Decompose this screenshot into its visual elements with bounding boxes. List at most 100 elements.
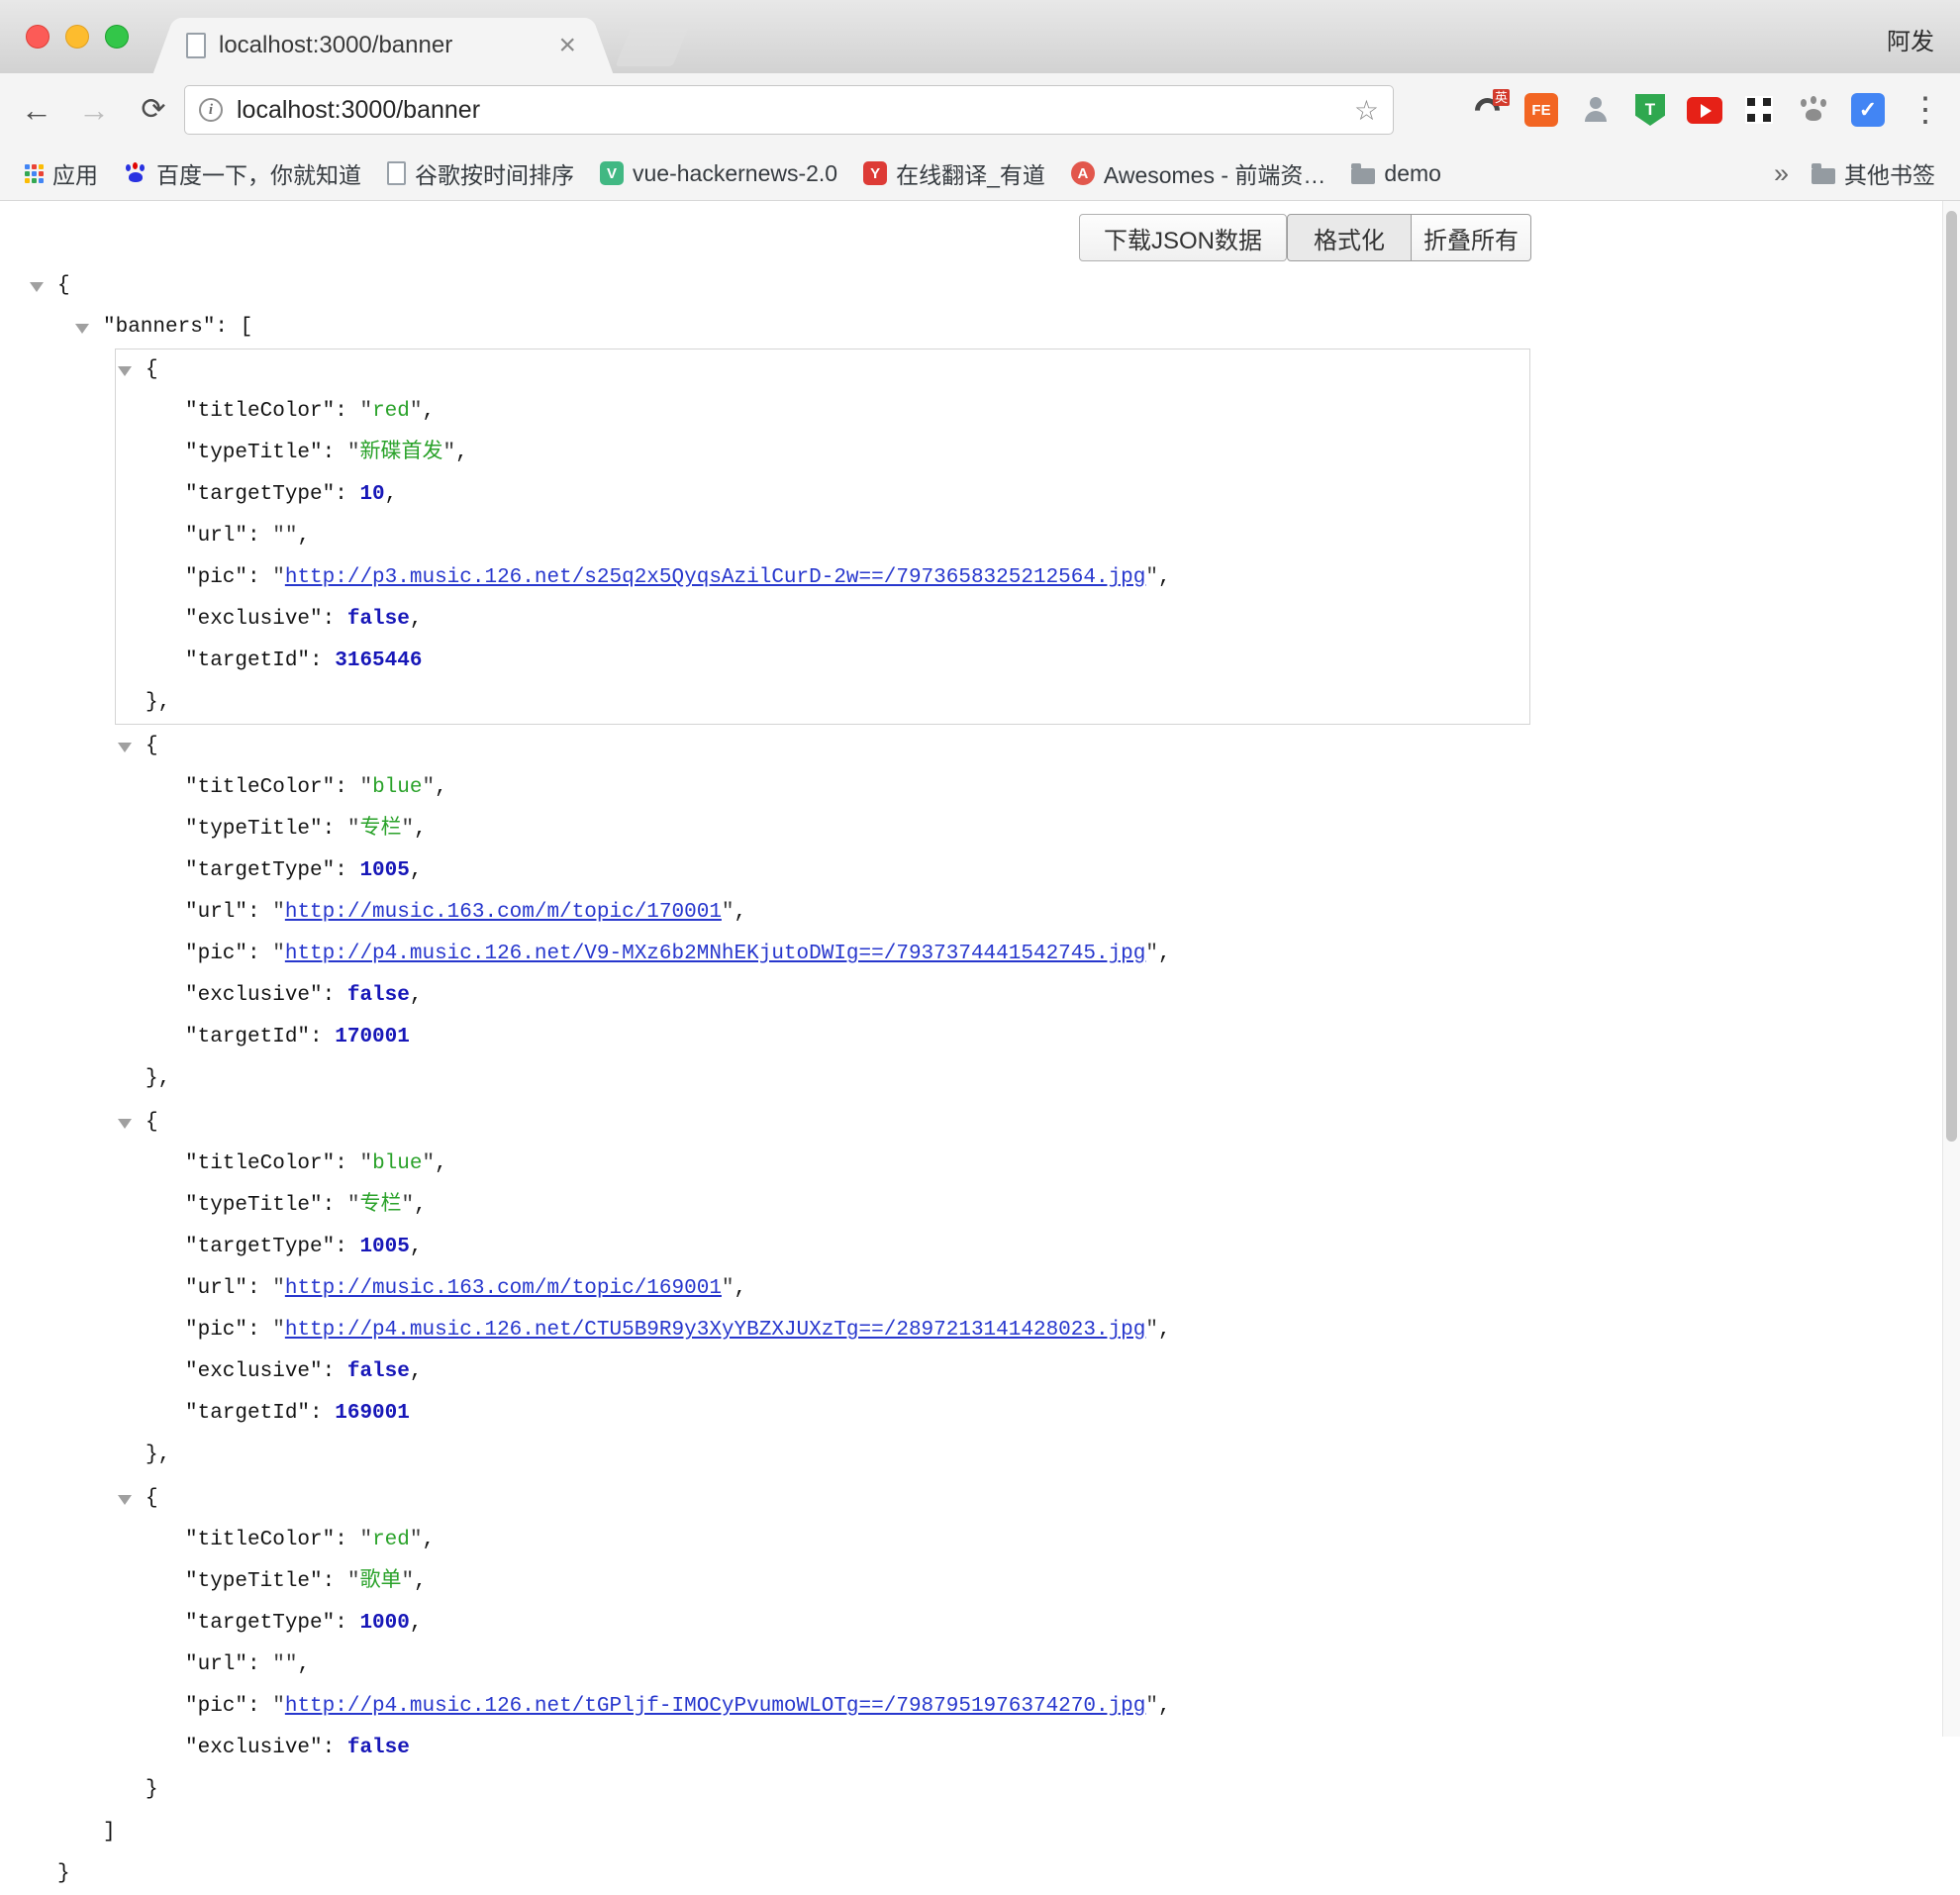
new-tab-button[interactable]	[616, 25, 690, 66]
json-punctuation: ,	[1158, 566, 1171, 589]
json-key: "exclusive"	[185, 984, 323, 1007]
bookmark-baidu[interactable]: 百度一下，你就知道	[113, 152, 372, 194]
json-line: "pic": "http://p3.music.126.net/s25q2x5Q…	[116, 557, 1529, 599]
json-line: {	[116, 1102, 1529, 1144]
scrollbar[interactable]	[1942, 201, 1960, 1737]
back-button[interactable]: ←	[14, 87, 59, 133]
browser-tab[interactable]: localhost:3000/banner ×	[176, 18, 590, 73]
fe-glyph: FE	[1524, 93, 1558, 127]
collapse-triangle-icon[interactable]	[118, 1495, 132, 1505]
json-punctuation: ,	[410, 1360, 423, 1383]
json-value: 专栏	[359, 1194, 401, 1217]
json-quote: "	[401, 818, 414, 841]
json-line: "url": "http://music.163.com/m/topic/169…	[116, 1268, 1529, 1310]
extension-qrcode-icon[interactable]	[1741, 92, 1777, 128]
forward-button[interactable]: →	[71, 87, 117, 133]
paw-glyph-icon	[1797, 93, 1830, 127]
close-window-button[interactable]	[26, 25, 49, 49]
extension-youtube-icon[interactable]	[1687, 92, 1722, 128]
json-punctuation: ,	[410, 859, 423, 882]
collapse-triangle-icon[interactable]	[118, 1119, 132, 1129]
json-line: "url": "",	[116, 516, 1529, 557]
json-value: 169001	[335, 1402, 410, 1425]
json-quote: "	[401, 1194, 414, 1217]
bookmark-label: 其他书签	[1844, 156, 1935, 190]
json-quote: "	[1145, 566, 1158, 589]
json-link[interactable]: http://p4.music.126.net/V9-MXz6b2MNhEKju…	[285, 943, 1146, 965]
json-punctuation: ,	[410, 1236, 423, 1258]
json-line: "typeTitle": "专栏",	[116, 809, 1529, 850]
json-punctuation: ,	[410, 608, 423, 631]
formatter-button-group: 格式化 折叠所有	[1287, 214, 1531, 261]
address-bar[interactable]: i localhost:3000/banner ☆	[184, 85, 1394, 135]
extension-green-shield-icon[interactable]: T	[1632, 92, 1668, 128]
json-link[interactable]: http://p4.music.126.net/CTU5B9R9y3XyYBZX…	[285, 1319, 1146, 1342]
json-quote: "	[272, 525, 285, 548]
json-key: "exclusive"	[185, 1737, 323, 1759]
json-punctuation: :	[323, 818, 347, 841]
json-link[interactable]: http://music.163.com/m/topic/169001	[285, 1277, 722, 1300]
collapse-all-button[interactable]: 折叠所有	[1412, 214, 1531, 261]
extension-check-icon[interactable]: ✓	[1850, 92, 1886, 128]
extension-translate-icon[interactable]: 英	[1469, 92, 1505, 128]
zoom-window-button[interactable]	[105, 25, 129, 49]
json-punctuation: :	[247, 1653, 272, 1676]
tab-close-icon[interactable]: ×	[554, 31, 580, 60]
reload-button[interactable]: ⟳	[131, 87, 176, 133]
json-link[interactable]: http://music.163.com/m/topic/170001	[285, 901, 722, 924]
format-button[interactable]: 格式化	[1287, 214, 1412, 261]
json-punctuation: ,	[455, 442, 468, 464]
json-link[interactable]: http://p4.music.126.net/tGPljf-IMOCyPvum…	[285, 1695, 1146, 1718]
json-punctuation: ,	[414, 818, 427, 841]
json-link[interactable]: http://p3.music.126.net/s25q2x5QyqsAzilC…	[285, 566, 1146, 589]
extension-profile-icon[interactable]	[1578, 92, 1614, 128]
json-quote: "	[359, 776, 372, 799]
json-punctuation: :	[335, 1152, 359, 1175]
json-line: "titleColor": "red",	[116, 391, 1529, 433]
json-value: red	[372, 1529, 410, 1551]
bookmark-demo-folder[interactable]: demo	[1340, 152, 1452, 194]
collapse-triangle-icon[interactable]	[30, 282, 44, 292]
navigation-bar: ← → ⟳ i localhost:3000/banner ☆ 英 FE T ✓	[0, 73, 1960, 147]
json-key: "banners"	[103, 316, 215, 339]
collapse-triangle-icon[interactable]	[75, 324, 89, 334]
qrcode-glyph-icon	[1745, 96, 1773, 124]
bookmark-apps[interactable]: 应用	[14, 152, 109, 194]
bookmark-google-sort[interactable]: 谷歌按时间排序	[376, 152, 585, 194]
extension-fe-icon[interactable]: FE	[1523, 92, 1559, 128]
json-value: 新碟首发	[359, 442, 442, 464]
bookmark-awesomes[interactable]: A Awesomes - 前端资…	[1060, 152, 1337, 194]
shield-glyph: T	[1635, 94, 1665, 126]
json-line: }	[116, 1769, 1529, 1811]
json-value: false	[347, 1737, 410, 1759]
json-punctuation: ,	[297, 525, 310, 548]
extension-paw-icon[interactable]	[1796, 92, 1831, 128]
download-json-button[interactable]: 下载JSON数据	[1079, 214, 1287, 261]
json-quote: "	[422, 1152, 435, 1175]
json-line: "exclusive": false,	[116, 599, 1529, 641]
person-icon	[1579, 93, 1613, 127]
json-punctuation: ,	[414, 1194, 427, 1217]
json-quote: "	[422, 776, 435, 799]
json-value: blue	[372, 1152, 422, 1175]
json-punctuation: :	[310, 1402, 335, 1425]
json-line: },	[116, 1058, 1529, 1100]
collapse-triangle-icon[interactable]	[118, 743, 132, 752]
json-line: }	[0, 1853, 1940, 1895]
scrollbar-thumb[interactable]	[1946, 211, 1957, 1142]
json-punctuation: },	[146, 1067, 170, 1090]
profile-name[interactable]: 阿发	[1887, 22, 1934, 56]
minimize-window-button[interactable]	[65, 25, 89, 49]
bookmark-youdao[interactable]: Y 在线翻译_有道	[852, 152, 1056, 194]
json-key: "titleColor"	[185, 776, 335, 799]
bookmark-label: 应用	[52, 156, 98, 190]
bookmark-vue-hackernews[interactable]: V vue-hackernews-2.0	[589, 152, 848, 194]
json-key: "pic"	[185, 1319, 247, 1342]
bookmark-star-icon[interactable]: ☆	[1354, 94, 1379, 127]
json-line: "targetId": 169001	[116, 1393, 1529, 1435]
page-info-icon[interactable]: i	[199, 98, 223, 122]
browser-menu-icon[interactable]: ⋮	[1905, 93, 1946, 127]
bookmarks-overflow-icon[interactable]: »	[1766, 158, 1797, 189]
other-bookmarks-folder[interactable]: 其他书签	[1801, 152, 1946, 194]
collapse-triangle-icon[interactable]	[118, 366, 132, 376]
